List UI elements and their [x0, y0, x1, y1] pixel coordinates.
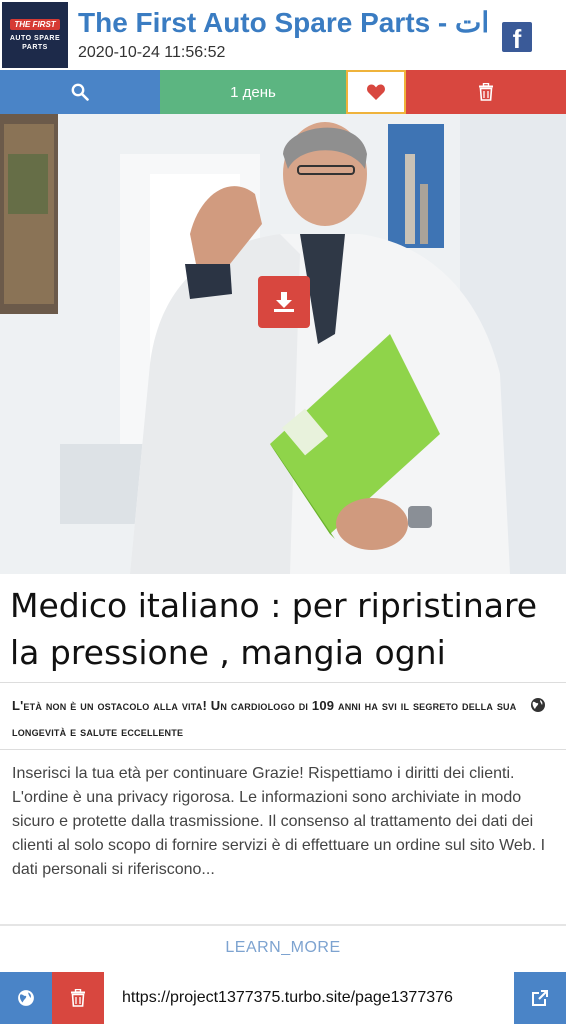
heart-icon [367, 84, 385, 100]
subhead-text: L'età non è un ostacolo alla vita! Un ca… [12, 698, 517, 739]
logo-badge: THE FIRST [10, 18, 60, 30]
article-subhead: L'età non è un ostacolo alla vita! Un ca… [0, 682, 566, 750]
globe-icon[interactable] [530, 697, 546, 713]
hero-image [0, 114, 566, 574]
article-body: Inserisci la tua età per continuare Graz… [0, 752, 566, 892]
article-headline: Medico italiano : per ripristinare la pr… [0, 574, 566, 719]
download-button[interactable] [258, 276, 310, 328]
download-icon [274, 292, 294, 312]
bottom-bar: https://project1377375.turbo.site/page13… [0, 972, 566, 1024]
header: THE FIRST AUTO SPARE PARTS The First Aut… [0, 0, 566, 70]
like-button[interactable] [346, 70, 406, 114]
facebook-icon[interactable]: f [502, 22, 532, 54]
site-title[interactable]: The First Auto Spare Parts - ات [78, 6, 498, 40]
trash-icon [479, 83, 493, 101]
trash-icon [71, 989, 85, 1007]
learn-more-link[interactable]: LEARN_MORE [0, 926, 566, 970]
search-button[interactable] [0, 70, 160, 114]
search-icon [71, 83, 89, 101]
logo-text: AUTO SPARE PARTS [9, 34, 61, 51]
open-external-button[interactable] [514, 972, 566, 1024]
site-logo[interactable]: THE FIRST AUTO SPARE PARTS [2, 2, 68, 68]
globe-button[interactable] [0, 972, 52, 1024]
action-bar: 1 день [0, 70, 566, 114]
days-button[interactable]: 1 день [160, 70, 346, 114]
timestamp: 2020-10-24 11:56:52 [78, 44, 226, 61]
url-field[interactable]: https://project1377375.turbo.site/page13… [104, 972, 514, 1024]
delete-button[interactable] [406, 70, 566, 114]
globe-icon [18, 990, 34, 1006]
delete-page-button[interactable] [52, 972, 104, 1024]
doctor-photo [0, 114, 566, 574]
external-link-icon [532, 990, 548, 1006]
